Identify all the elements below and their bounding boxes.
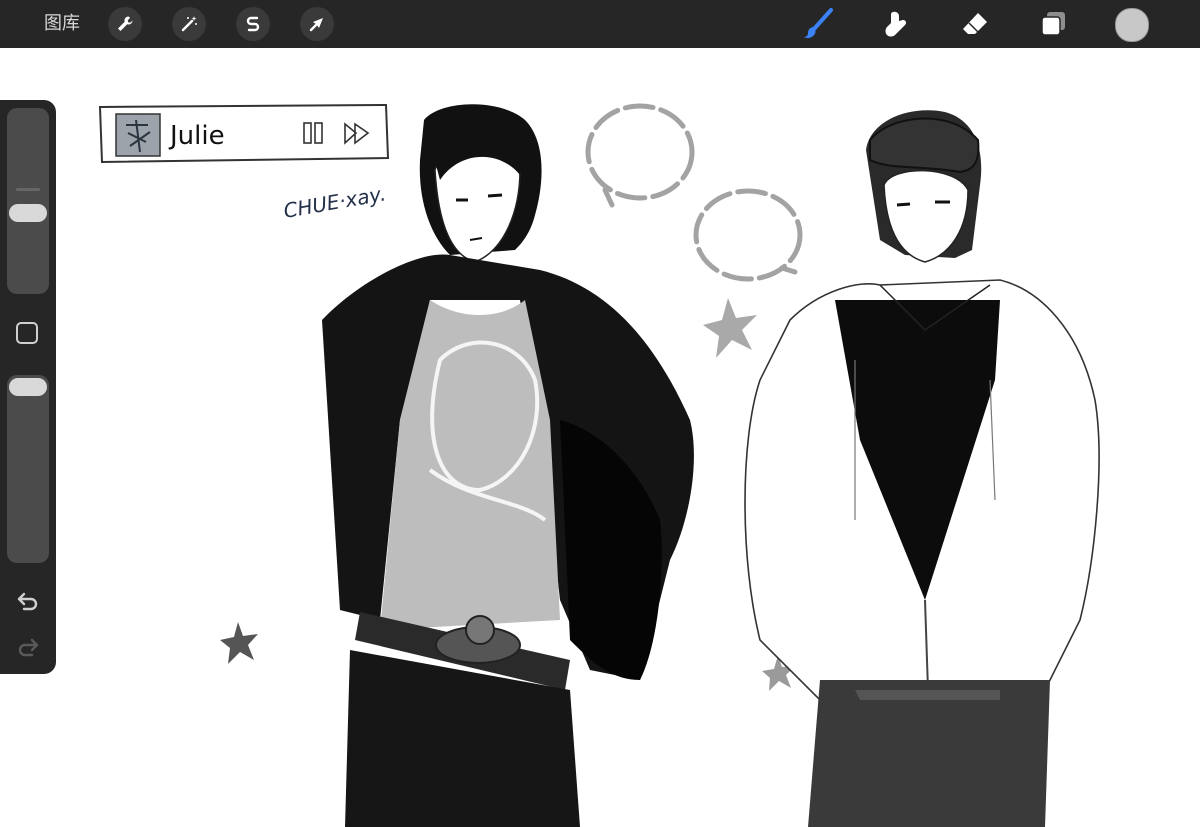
transform-button[interactable]	[300, 7, 334, 41]
wrench-icon	[118, 16, 133, 31]
music-widget-title: Julie	[168, 121, 225, 151]
magic-wand-icon	[181, 16, 197, 32]
eraser-icon	[963, 13, 987, 34]
color-picker-button[interactable]	[1115, 8, 1149, 42]
forward-icon	[344, 122, 370, 145]
brush-icon	[804, 8, 833, 39]
eraser-tool-button[interactable]	[957, 6, 993, 42]
smudge-tool-button[interactable]	[878, 6, 914, 42]
brush-tool-button[interactable]	[800, 6, 836, 42]
right-character-sketch	[744, 110, 1100, 827]
adjustments-button[interactable]	[172, 7, 206, 41]
music-widget-sketch: Julie	[98, 103, 390, 164]
gallery-button[interactable]: 图库	[44, 12, 80, 36]
artist-signature: CHUE·xay.	[282, 181, 388, 223]
left-character-sketch	[322, 104, 694, 827]
transform-arrow-icon	[309, 18, 323, 32]
smudge-icon	[885, 11, 907, 37]
actions-button[interactable]	[108, 7, 142, 41]
thought-bubbles	[585, 103, 803, 282]
layers-button[interactable]	[1035, 6, 1071, 42]
top-toolbar: 图库	[0, 0, 1200, 48]
pause-icon	[303, 122, 323, 144]
layers-icon	[1041, 12, 1065, 36]
drawing-canvas[interactable]: Julie CHUE·xay.	[0, 48, 1200, 827]
selection-s-icon	[246, 16, 260, 32]
selection-button[interactable]	[236, 7, 270, 41]
